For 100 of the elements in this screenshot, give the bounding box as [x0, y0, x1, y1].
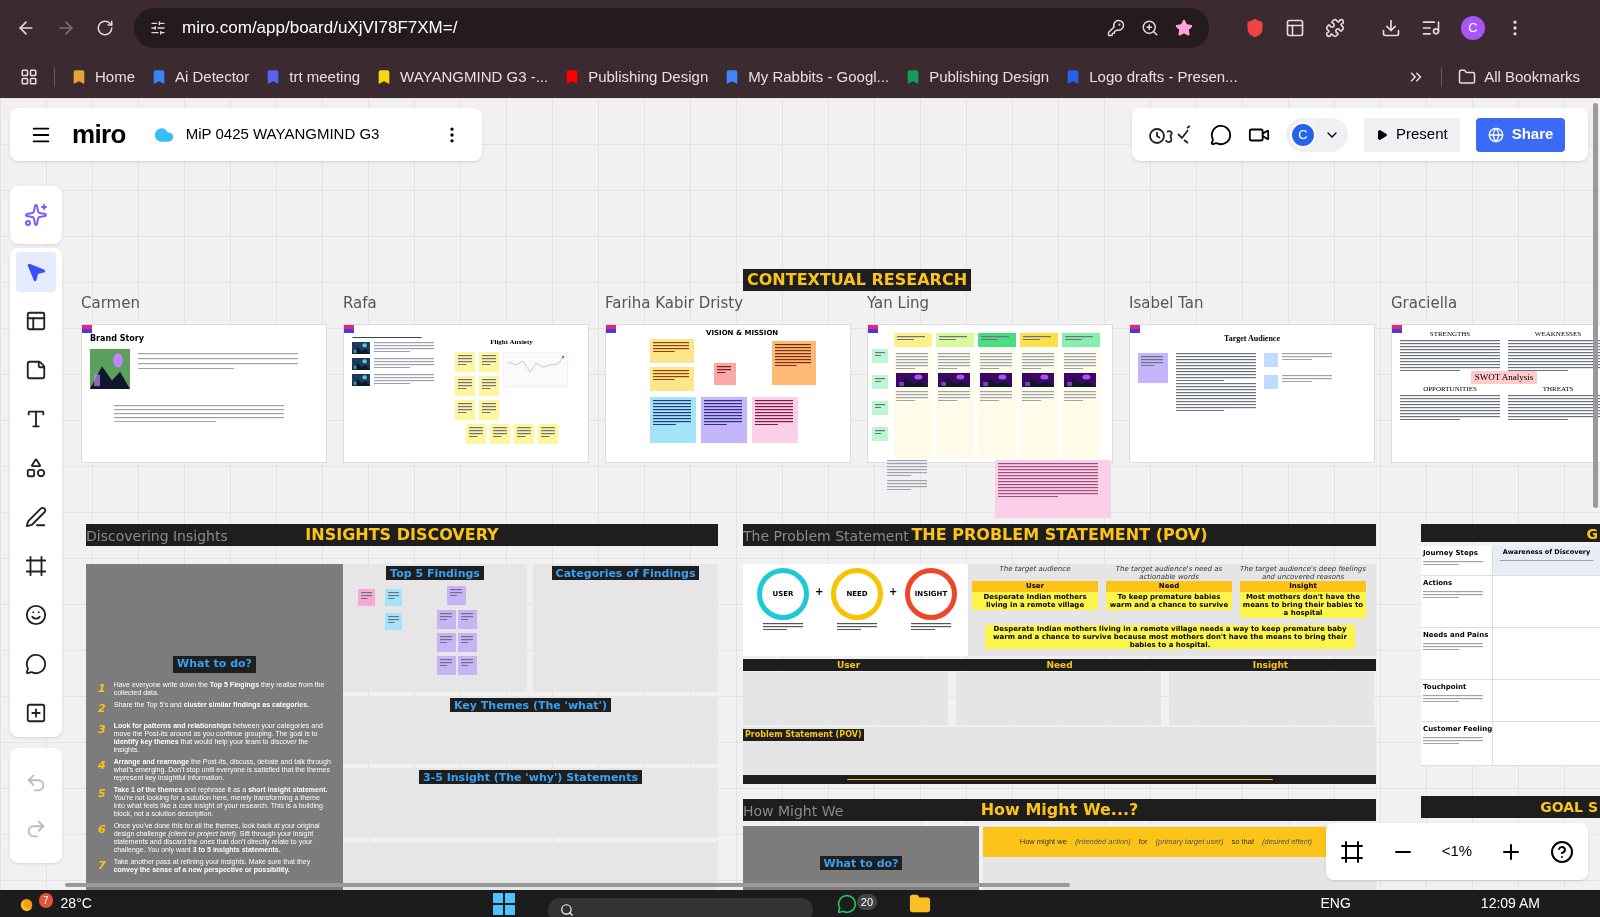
play-icon — [1376, 128, 1388, 141]
text-lines-drawing — [875, 352, 885, 357]
section-heading: 3-5 Insight (The 'why') Statements — [419, 770, 642, 784]
notification-badge: 20 — [856, 893, 878, 910]
chat-icon[interactable] — [1210, 123, 1232, 146]
miro-logo[interactable]: miro — [72, 115, 126, 154]
step-number: 2 — [98, 701, 106, 717]
input-area[interactable] — [956, 672, 1161, 725]
frame-label: Discovering Insights — [86, 527, 228, 546]
folder-icon[interactable] — [909, 892, 932, 915]
search-icon — [559, 902, 574, 917]
share-button[interactable]: Share — [1475, 117, 1566, 152]
apps-icon[interactable] — [20, 68, 38, 86]
text-lines-drawing — [492, 426, 507, 437]
section-heading: Categories of Findings — [551, 566, 700, 580]
sticky-note-icon — [25, 359, 47, 381]
board-canvas[interactable] — [0, 98, 1600, 890]
collaborators-button[interactable]: C — [1286, 117, 1348, 152]
text-lines-drawing — [897, 336, 925, 341]
extensions-icon[interactable] — [1325, 18, 1345, 38]
text-icon — [25, 408, 47, 430]
search-field[interactable] — [547, 897, 813, 917]
sparkle-icon — [24, 203, 48, 227]
text-lines-drawing — [755, 400, 793, 426]
bookmark[interactable]: Home — [71, 65, 135, 89]
help-icon[interactable] — [1550, 839, 1575, 864]
text-lines-drawing — [352, 337, 422, 339]
sticky-note — [1264, 353, 1278, 367]
chat-app-icon[interactable] — [836, 893, 857, 914]
bookmark[interactable]: WAYANGMIND G3 -... — [376, 65, 549, 89]
input-area[interactable] — [743, 672, 948, 725]
text-lines-drawing — [1022, 391, 1054, 402]
clock-text[interactable]: 12:09 AM — [1480, 893, 1540, 914]
board-title[interactable]: MiP 0425 WAYANGMIND G3 — [185, 123, 380, 146]
section-title: CONTEXTUAL RESEARCH — [743, 269, 971, 291]
zoom-level[interactable]: <1% — [1441, 840, 1473, 863]
cursor-icon — [25, 261, 47, 283]
pen-icon — [25, 506, 47, 528]
horizontal-scrollbar[interactable] — [65, 883, 1070, 887]
star-icon[interactable] — [1175, 19, 1193, 37]
text-lines-drawing — [763, 623, 803, 631]
text-lines-drawing — [440, 636, 452, 644]
text-lines-drawing — [1423, 590, 1483, 598]
text-lines-drawing — [374, 374, 434, 385]
text-lines-drawing — [875, 378, 885, 383]
text-lines-drawing — [361, 592, 372, 600]
text-lines-drawing — [1065, 336, 1093, 341]
text-lines-drawing — [450, 589, 462, 597]
step-number: 6 — [98, 821, 106, 838]
profile-avatar[interactable]: C — [1461, 16, 1485, 40]
bookmark[interactable]: My Rabbits - Googl... — [724, 65, 890, 89]
frame-heading: Target Audience — [1223, 333, 1281, 345]
frame-heading: Brand Story — [90, 333, 145, 345]
text-lines-drawing — [482, 378, 496, 389]
frame-flag-icon — [344, 325, 354, 333]
text-lines-drawing — [374, 358, 434, 369]
input-area[interactable] — [743, 727, 1376, 775]
url-text: miro.com/app/board/uXjVI78F7XM=/ — [182, 17, 459, 40]
step-number: 5 — [98, 785, 106, 802]
text-lines-drawing — [458, 378, 472, 389]
text-lines-drawing — [440, 613, 452, 621]
key-icon[interactable] — [1107, 19, 1125, 37]
vertical-scrollbar[interactable] — [1593, 103, 1598, 508]
bookmark[interactable]: Ai Detector — [151, 65, 250, 89]
site-info-icon[interactable] — [150, 20, 166, 36]
media-icon[interactable] — [1421, 18, 1441, 38]
present-button[interactable]: Present — [1364, 117, 1460, 152]
frame-flag-icon — [82, 325, 92, 333]
text-lines-drawing — [887, 480, 927, 491]
reload-icon[interactable] — [96, 19, 114, 37]
text-lines-drawing — [1023, 336, 1051, 341]
layout-icon — [25, 310, 47, 332]
frame-flag-icon — [1130, 325, 1140, 333]
bookmark[interactable]: Logo drafts - Presen... — [1065, 65, 1238, 89]
text-lines-drawing — [461, 636, 473, 644]
download-icon[interactable] — [1381, 18, 1401, 38]
text-lines-drawing — [458, 354, 472, 365]
language-indicator[interactable]: ENG — [1320, 893, 1351, 914]
address-bar[interactable]: miro.com/app/board/uXjVI78F7XM=/ — [134, 8, 1209, 48]
comment-icon — [25, 653, 47, 675]
windows-logo-icon[interactable] — [491, 891, 516, 916]
shield-icon[interactable] — [1245, 18, 1265, 38]
zoom-icon[interactable] — [1141, 19, 1159, 37]
bookmark[interactable]: Publishing Design — [564, 65, 709, 89]
plus-sign: + — [889, 585, 898, 599]
frame-name: Fariha Kabir Dristy — [605, 293, 744, 314]
text-lines-drawing — [468, 426, 483, 437]
fit-icon[interactable] — [1339, 839, 1364, 864]
text-lines-drawing — [704, 400, 742, 426]
bookmark[interactable]: trt meeting — [265, 65, 361, 89]
globe-icon — [1487, 126, 1504, 143]
text-lines-drawing — [482, 402, 496, 413]
text-lines-drawing — [775, 344, 811, 367]
all-bookmarks-link[interactable]: All Bookmarks — [1458, 65, 1580, 89]
bookmark[interactable]: Publishing Design — [905, 65, 1050, 89]
text-lines-drawing — [980, 391, 1012, 402]
text-lines-drawing — [875, 404, 885, 409]
input-area[interactable] — [1169, 672, 1374, 725]
section-title: GOAL S — [1540, 797, 1598, 817]
frame-icon — [25, 555, 47, 577]
